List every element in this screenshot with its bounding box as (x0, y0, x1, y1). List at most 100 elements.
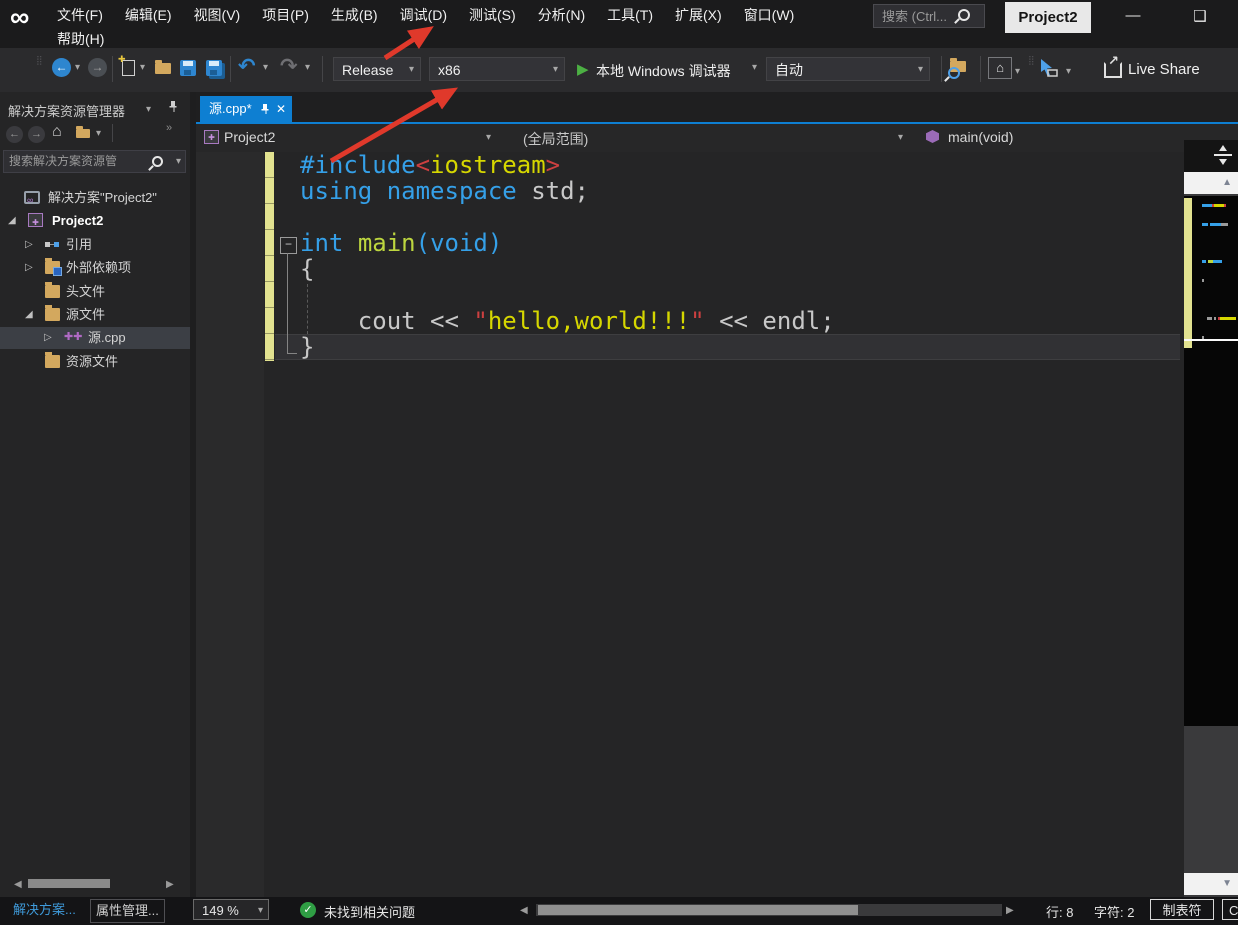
save-icon[interactable] (180, 60, 196, 76)
new-file-dropdown-icon[interactable]: ▾ (140, 62, 145, 73)
tree-item-Project2[interactable]: ◢ Project2 (0, 210, 190, 232)
minimap-viewport-line (1184, 339, 1238, 341)
start-debugging-button[interactable]: 本地 Windows 调试器 (596, 61, 731, 81)
code-editor[interactable]: − #include<iostream> using namespace std;… (196, 152, 1184, 897)
start-debugging-icon[interactable]: ▶ (577, 60, 589, 78)
menu-item-8[interactable]: 工具(T) (596, 1, 664, 29)
start-debugging-dropdown-icon[interactable]: ▾ (752, 62, 757, 73)
search-icon (958, 9, 970, 21)
scroll-up-button[interactable]: ▲ (1184, 172, 1238, 194)
tree-item-label: 源.cpp (88, 330, 126, 345)
status-tabs-indicator[interactable]: 制表符 (1150, 899, 1214, 920)
tree-item-源.cpp[interactable]: ▷ ✚✚ 源.cpp (0, 327, 190, 349)
health-check-icon[interactable]: ✓ (300, 902, 316, 918)
collapse-icon[interactable]: ◢ (8, 210, 16, 232)
breadcrumb-project[interactable]: Project2 (224, 129, 275, 145)
live-share-button[interactable]: Live Share (1128, 61, 1200, 78)
tree-item-源文件[interactable]: ◢ 源文件 (0, 304, 190, 326)
bottom-tab-solution-explorer[interactable]: 解决方案... (8, 899, 81, 921)
pin-icon[interactable] (168, 100, 178, 113)
code-line-5[interactable]: { (300, 256, 314, 282)
scroll-down-button[interactable]: ▼ (1184, 873, 1238, 895)
tree-item-头文件[interactable]: 头文件 (0, 281, 190, 303)
solution-search-input[interactable]: 搜索解决方案资源管 ▾ (3, 150, 186, 173)
pin-icon[interactable] (260, 103, 270, 115)
tree-item-解决方案"Project2"[interactable]: 解决方案"Project2" (0, 187, 190, 211)
browser-dropdown-icon[interactable]: ▾ (1015, 66, 1020, 77)
expand-icon[interactable]: ▷ (25, 234, 33, 256)
browser-home-icon[interactable]: ⌂ (988, 57, 1012, 79)
panel-forward-icon[interactable]: → (28, 126, 45, 143)
intellisense-pointer-icon[interactable] (1040, 58, 1058, 78)
collapse-icon[interactable]: ◢ (25, 304, 33, 326)
new-file-icon[interactable] (118, 54, 135, 76)
navigate-back-dropdown-icon[interactable]: ▾ (75, 62, 80, 73)
panel-title-dropdown-icon[interactable]: ▾ (146, 104, 151, 115)
close-icon[interactable]: ✕ (276, 96, 286, 122)
menu-item-4[interactable]: 生成(B) (320, 1, 389, 29)
breadcrumb-scope-caret-icon[interactable]: ▾ (898, 132, 903, 143)
tab-source-cpp[interactable]: 源.cpp* ✕ (200, 96, 292, 122)
minimap-code-mark (1226, 223, 1228, 226)
split-editor-icon[interactable] (1212, 145, 1234, 167)
menu-item-7[interactable]: 分析(N) (527, 1, 596, 29)
redo-dropdown-icon[interactable]: ▾ (305, 62, 310, 73)
maximize-button[interactable]: ❑ (1185, 7, 1215, 25)
breadcrumb-scope[interactable]: (全局范围) (523, 129, 588, 149)
minimap-preview[interactable] (1184, 196, 1238, 726)
menu-item-3[interactable]: 项目(P) (251, 1, 320, 29)
menu-item-9[interactable]: 扩展(X) (664, 1, 733, 29)
editor-hscroll-left-icon[interactable]: ◀ (520, 905, 528, 916)
editor-hscroll-thumb[interactable] (538, 905, 858, 915)
navigate-forward-icon[interactable]: → (88, 58, 107, 77)
editor-hscroll-track[interactable] (536, 904, 1002, 916)
editor-hscroll-right-icon[interactable]: ▶ (1006, 905, 1014, 916)
minimap-scrollbar[interactable]: ▲ ▼ (1184, 140, 1238, 897)
toolbar-drag-handle[interactable]: ⣿ (36, 56, 43, 65)
toolbar-drag-handle[interactable]: ⣿ (1028, 56, 1035, 65)
panel-horizontal-scrollbar[interactable]: ◀ ▶ (0, 875, 190, 892)
open-file-icon[interactable] (155, 60, 171, 74)
navigate-back-icon[interactable]: ← (52, 58, 71, 77)
redo-icon[interactable]: ↷ (280, 54, 298, 79)
tree-item-引用[interactable]: ▷ 引用 (0, 234, 190, 256)
fold-collapse-box[interactable]: − (280, 237, 297, 254)
panel-home-icon[interactable]: ⌂ (52, 123, 62, 141)
switch-views-dropdown-icon[interactable]: ▾ (96, 128, 101, 139)
tree-item-外部依赖项[interactable]: ▷ 外部依赖项 (0, 257, 190, 279)
bottom-tab-property-manager[interactable]: 属性管理... (90, 899, 165, 923)
panel-overflow-icon[interactable]: » (166, 122, 172, 134)
tree-item-label: 引用 (66, 237, 93, 252)
minimize-button[interactable]: — (1118, 7, 1148, 24)
configuration-value: Release (342, 62, 394, 78)
code-line-7[interactable]: cout << "hello,world!!!" << endl; (300, 308, 835, 334)
breadcrumb-project-caret-icon[interactable]: ▾ (486, 132, 491, 143)
code-line-1[interactable]: #include<iostream> (300, 152, 560, 178)
status-encoding-indicator[interactable]: C (1222, 899, 1238, 920)
quick-search-input[interactable]: 搜索 (Ctrl... (873, 4, 985, 28)
configuration-select[interactable]: Release ▾ (333, 57, 421, 81)
save-all-icon[interactable] (206, 60, 222, 76)
expand-icon[interactable]: ▷ (25, 257, 33, 279)
breadcrumb-symbol[interactable]: main(void) (948, 129, 1013, 145)
menu-item-10[interactable]: 窗口(W) (733, 1, 806, 29)
tree-item-资源文件[interactable]: 资源文件 (0, 351, 190, 373)
splitter-handle[interactable] (1184, 140, 1238, 172)
menu-item-6[interactable]: 测试(S) (458, 1, 527, 29)
zoom-select[interactable]: 149 % ▾ (193, 899, 269, 920)
panel-back-icon[interactable]: ← (6, 126, 23, 143)
menu-item-1[interactable]: 编辑(E) (114, 1, 183, 29)
auto-select[interactable]: 自动 ▾ (766, 57, 930, 81)
undo-dropdown-icon[interactable]: ▾ (263, 62, 268, 73)
platform-select[interactable]: x86 ▾ (429, 57, 565, 81)
pointer-dropdown-icon[interactable]: ▾ (1066, 66, 1071, 77)
expand-icon[interactable]: ▷ (44, 327, 52, 349)
undo-icon[interactable]: ↶ (238, 54, 256, 79)
code-line-4[interactable]: int main(void) (300, 230, 502, 256)
menu-item-5[interactable]: 调试(D) (389, 1, 458, 29)
code-line-2[interactable]: using namespace std; (300, 178, 589, 204)
code-line-8[interactable]: } (300, 334, 314, 360)
menu-item-2[interactable]: 视图(V) (183, 1, 252, 29)
panel-scrollbar-thumb[interactable] (28, 879, 110, 888)
switch-views-icon[interactable] (76, 126, 90, 138)
